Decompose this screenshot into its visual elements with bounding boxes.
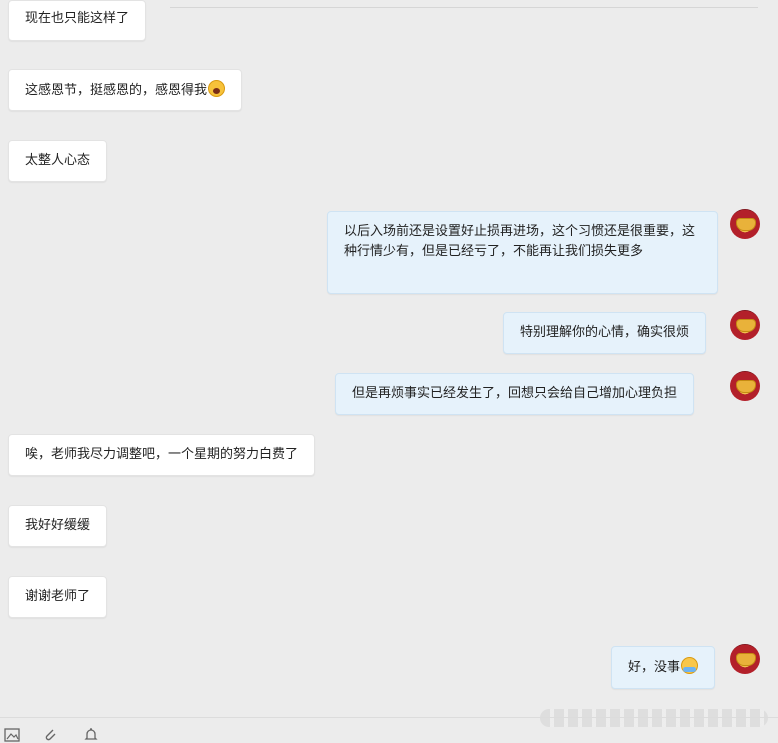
gold-ingot-icon: [736, 653, 756, 666]
avatar[interactable]: [730, 644, 760, 674]
message-bubble: 以后入场前还是设置好止损再进场，这个习惯还是很重要，这种行情少有，但是已经亏了，…: [327, 211, 718, 294]
message-bubble: 太整人心态: [8, 140, 108, 182]
message-bubble: 这感恩节，挺感恩的，感恩得我: [8, 69, 243, 111]
message-text: 好，没事: [628, 660, 681, 675]
avatar[interactable]: [730, 310, 760, 340]
message-bubble: 但是再烦事实已经发生了，回想只会给自己增加心理负担: [335, 373, 695, 415]
message-text: 但是再烦事实已经发生了，回想只会给自己增加心理负担: [352, 386, 678, 401]
shocked-face-emoji: [208, 80, 226, 97]
message-text: 我好好缓缓: [25, 518, 91, 533]
watermark: [540, 709, 768, 727]
avatar[interactable]: [730, 371, 760, 401]
message-bubble: 唉，老师我尽力调整吧，一个星期的努力白费了: [8, 434, 316, 476]
message-text: 唉，老师我尽力调整吧，一个星期的努力白费了: [25, 447, 299, 462]
message-text: 这感恩节，挺感恩的，感恩得我: [25, 83, 208, 98]
avatar[interactable]: [730, 209, 760, 239]
gold-ingot-icon: [736, 319, 756, 332]
attachment-icon[interactable]: [42, 727, 58, 743]
image-icon[interactable]: [4, 727, 20, 743]
divider: [170, 7, 758, 8]
message-text: 以后入场前还是设置好止损再进场，这个习惯还是很重要，这种行情少有，但是已经亏了，…: [344, 224, 696, 259]
message-text: 太整人心态: [25, 153, 91, 168]
message-bubble: 现在也只能这样了: [8, 0, 147, 41]
hug-emoji: [681, 657, 699, 674]
message-bubble: 我好好缓缓: [8, 505, 108, 547]
message-bubble: 好，没事: [611, 646, 716, 689]
message-bubble: 特别理解你的心情，确实很烦: [503, 312, 707, 354]
gold-ingot-icon: [736, 218, 756, 231]
message-text: 谢谢老师了: [25, 589, 91, 604]
message-text: 现在也只能这样了: [25, 11, 130, 26]
message-text: 特别理解你的心情，确实很烦: [520, 325, 690, 340]
gold-ingot-icon: [736, 380, 756, 393]
notification-icon[interactable]: [83, 727, 99, 743]
composer-divider: [0, 717, 778, 718]
message-bubble: 谢谢老师了: [8, 576, 108, 618]
